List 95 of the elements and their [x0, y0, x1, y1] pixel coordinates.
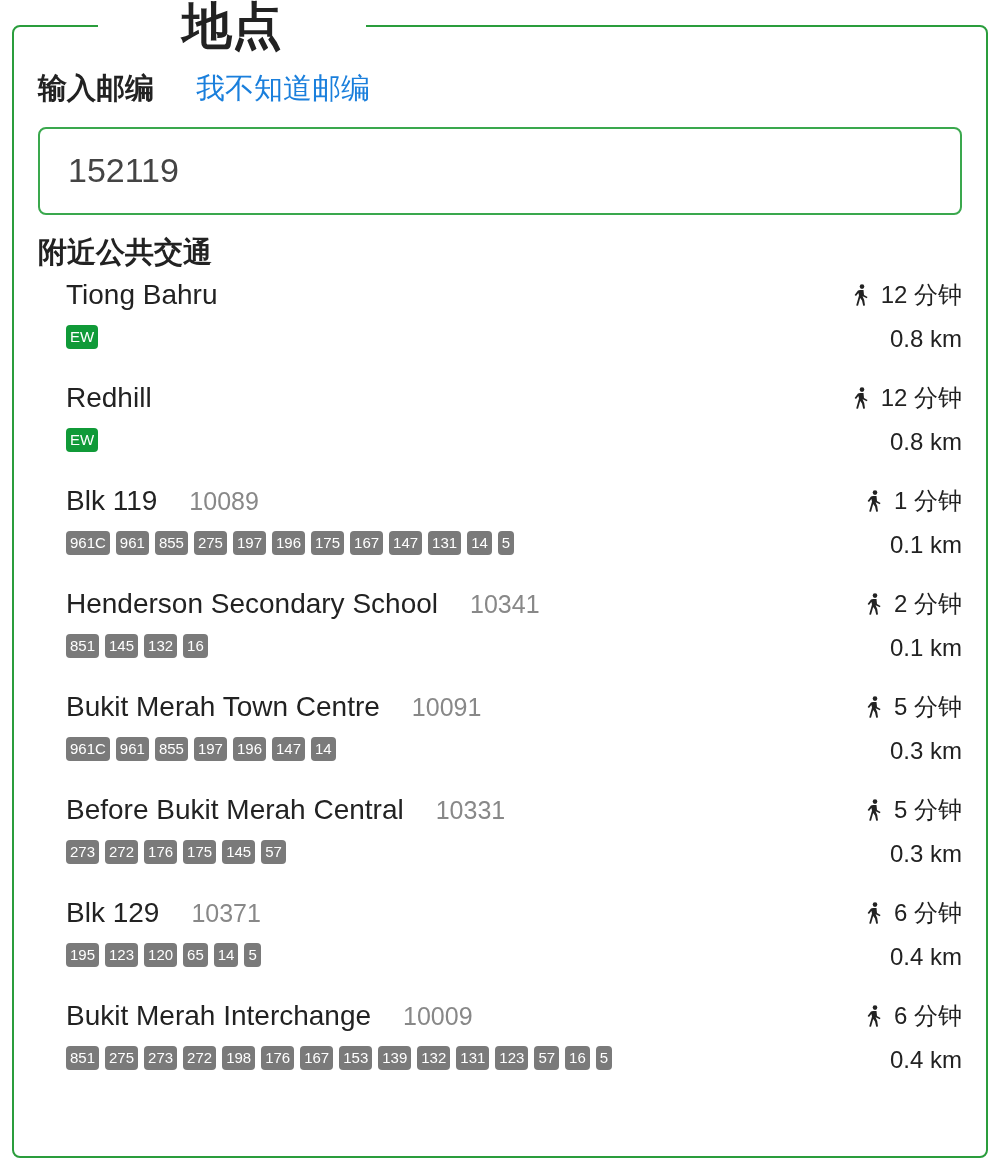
unknown-postal-link[interactable]: 我不知道邮编	[196, 68, 370, 109]
line-badge: 14	[213, 942, 239, 967]
distance: 0.1 km	[889, 530, 962, 559]
walk-time: 5 分钟	[894, 691, 962, 722]
line-badge: 197	[193, 736, 227, 761]
line-badge: 175	[311, 530, 345, 555]
line-badge: 16	[183, 633, 208, 658]
line-badge: EW	[66, 427, 99, 452]
line-badge: 132	[144, 633, 178, 658]
line-badge: 147	[272, 736, 305, 761]
section-title: 地点	[179, 0, 283, 53]
line-badge: 197	[232, 530, 266, 555]
line-badge: 123	[105, 942, 139, 967]
line-badge: 273	[66, 839, 100, 864]
stop-name: Bukit Merah Town Centre	[66, 690, 380, 723]
line-badge: 5	[497, 530, 515, 555]
walking-person-icon	[852, 386, 869, 409]
line-badge: 195	[66, 942, 100, 967]
line-badge: 139	[378, 1045, 412, 1070]
stop-code: 10089	[189, 486, 259, 516]
stop-name: Tiong Bahru	[66, 278, 218, 311]
line-badge: 153	[339, 1045, 373, 1070]
line-badge: 851	[66, 633, 100, 658]
line-badge: 961C	[66, 530, 110, 555]
walk-time: 12 分钟	[880, 382, 962, 413]
line-badge: 961C	[66, 736, 110, 761]
walking-person-icon	[866, 489, 882, 512]
line-badge: 57	[261, 839, 286, 864]
line-badge: 14	[467, 530, 492, 555]
line-badge: 961	[115, 736, 149, 761]
distance: 0.3 km	[889, 736, 962, 765]
line-badge: 196	[272, 530, 305, 555]
line-badge: 14	[311, 736, 336, 761]
walking-person-icon	[866, 592, 882, 615]
line-badge: 167	[300, 1045, 334, 1070]
distance: 0.8 km	[889, 324, 962, 353]
line-badge: 176	[261, 1045, 295, 1070]
line-badge: 5	[244, 942, 261, 967]
walk-time: 12 分钟	[880, 279, 962, 310]
walk-time: 6 分钟	[894, 897, 962, 928]
line-badge: 176	[144, 839, 178, 864]
line-badge: 16	[565, 1045, 590, 1070]
walking-person-icon	[866, 1004, 882, 1027]
line-badge: 273	[144, 1045, 178, 1070]
walk-time: 2 分钟	[894, 588, 962, 619]
postal-label: 输入邮编	[38, 70, 154, 106]
distance: 0.4 km	[889, 942, 962, 971]
line-badge: 120	[144, 942, 178, 967]
line-badge: 65	[183, 942, 208, 967]
line-badge: 851	[66, 1045, 100, 1070]
postal-field[interactable]: 152119	[38, 126, 962, 215]
line-badge: 145	[222, 839, 256, 864]
walk-time: 1 分钟	[894, 485, 962, 516]
line-badge: 145	[105, 633, 139, 658]
line-badge: 123	[495, 1045, 529, 1070]
distance: 0.8 km	[889, 427, 962, 456]
line-badge: 57	[534, 1045, 560, 1070]
line-badge: 961	[115, 530, 149, 555]
line-badge: 131	[428, 530, 462, 555]
line-badge: 196	[232, 736, 266, 761]
walking-person-icon	[852, 283, 869, 306]
walking-person-icon	[866, 798, 882, 821]
distance: 0.3 km	[889, 839, 962, 868]
stop-code: 10091	[411, 692, 482, 722]
line-badge: 275	[105, 1045, 139, 1070]
line-badge: 167	[350, 530, 384, 555]
stop-name: Henderson Secondary School	[66, 587, 438, 620]
stop-name: Before Bukit Merah Central	[66, 793, 404, 826]
stop-code: 10331	[435, 795, 506, 825]
distance: 0.1 km	[889, 633, 962, 662]
walk-time: 5 分钟	[894, 794, 962, 825]
line-badge: 131	[456, 1045, 490, 1070]
line-badge: 272	[105, 839, 139, 864]
stop-name: Blk 129	[66, 896, 160, 929]
walking-person-icon	[866, 695, 882, 718]
line-badge: 272	[183, 1045, 217, 1070]
stop-code: 10371	[191, 898, 261, 928]
stop-code: 10009	[403, 1001, 473, 1031]
stop-name: Blk 119	[66, 484, 158, 517]
stop-name: Redhill	[66, 381, 152, 414]
line-badge: 198	[222, 1045, 256, 1070]
line-badge: 132	[417, 1045, 451, 1070]
stop-name: Bukit Merah Interchange	[66, 999, 372, 1032]
line-badge: 5	[595, 1045, 613, 1070]
line-badge: EW	[66, 324, 99, 349]
walk-time: 6 分钟	[894, 1000, 962, 1031]
line-badge: 855	[154, 530, 188, 555]
nearby-heading: 附近公共交通	[38, 234, 213, 270]
stop-code: 10341	[470, 589, 540, 619]
walking-person-icon	[866, 901, 882, 924]
line-badge: 855	[154, 736, 188, 761]
line-badge: 147	[389, 530, 423, 555]
distance: 0.4 km	[889, 1045, 962, 1074]
line-badge: 275	[193, 530, 227, 555]
line-badge: 175	[183, 839, 217, 864]
